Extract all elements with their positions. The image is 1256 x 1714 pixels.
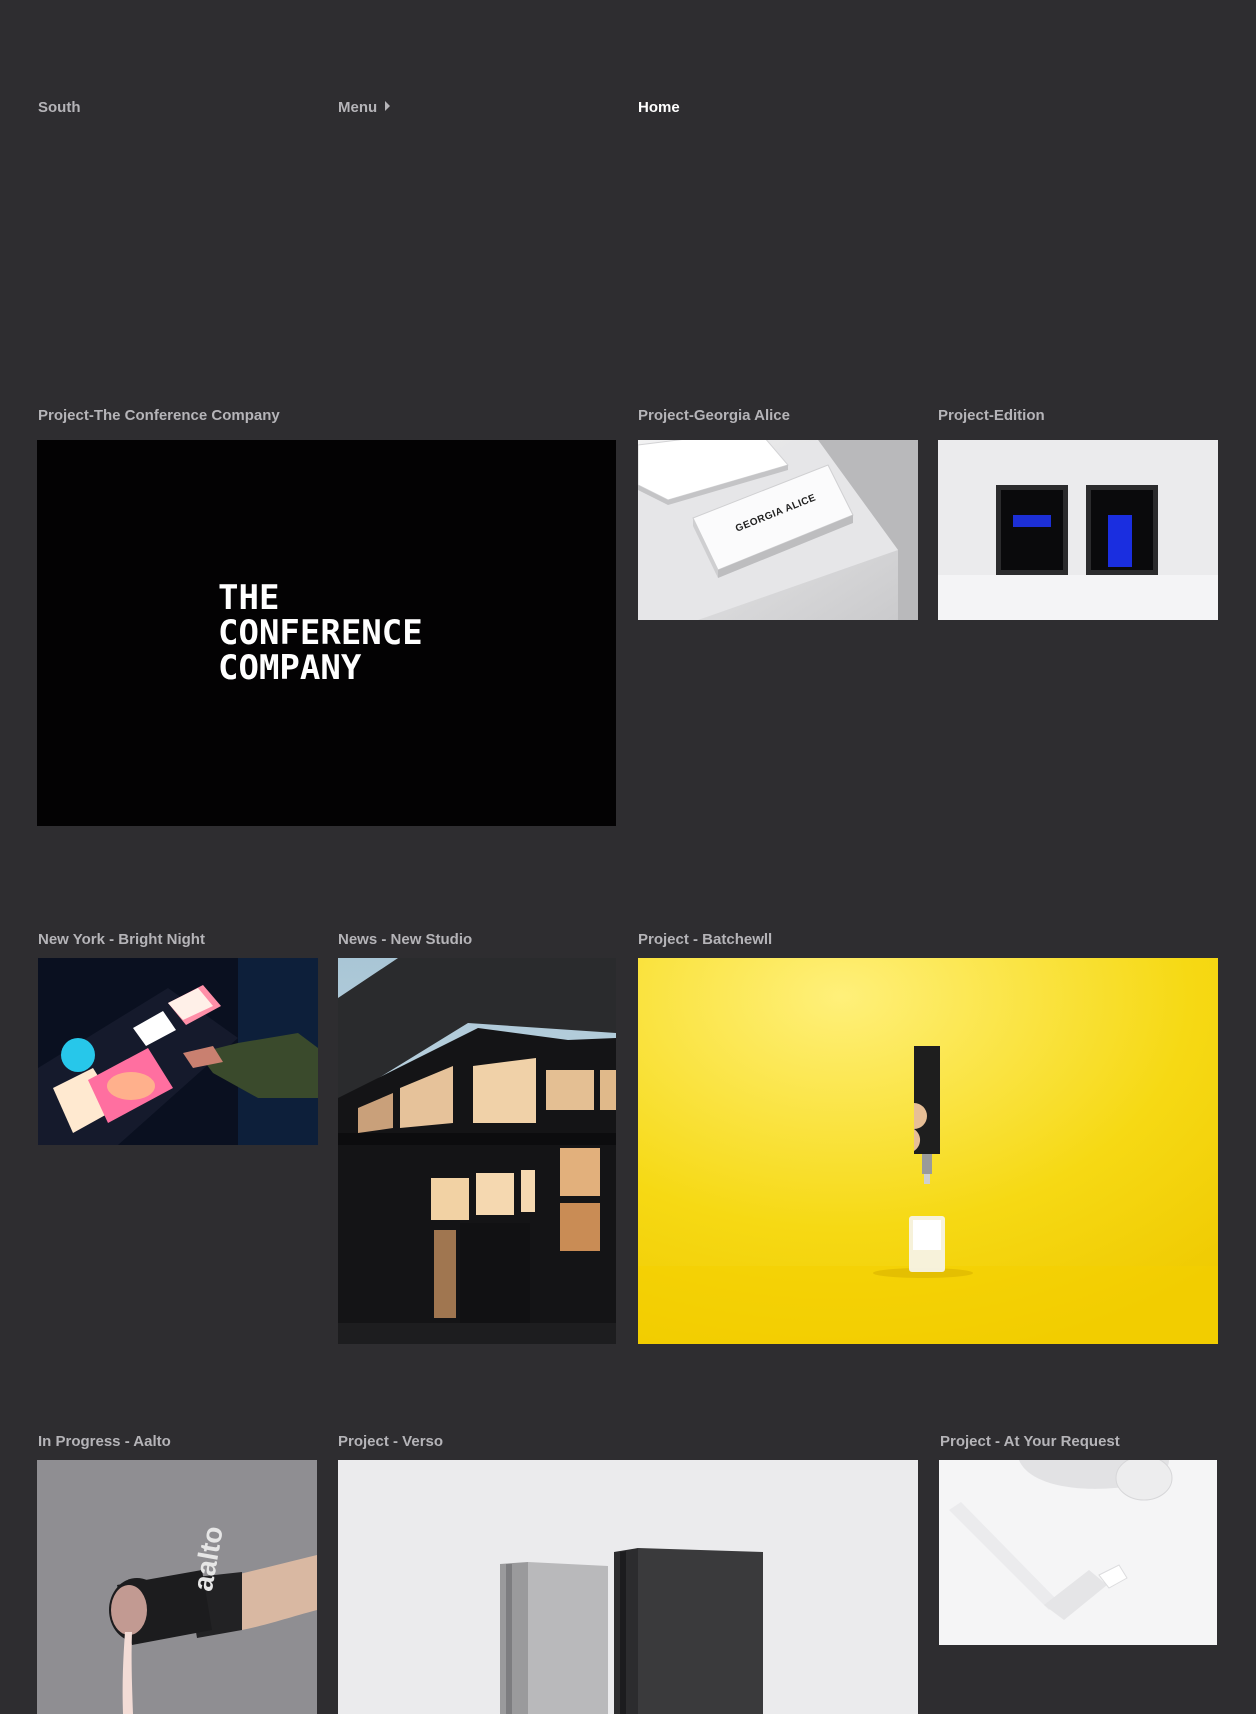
project-image-georgia[interactable]: GEORGIA ALICE	[638, 440, 918, 620]
project-image-studio[interactable]	[338, 958, 616, 1344]
project-label-aalto[interactable]: In Progress - Aalto	[38, 1433, 171, 1450]
logo-line-1: THE	[218, 578, 280, 618]
logo-line-2: CONFERENCE	[218, 613, 423, 653]
project-image-newyork[interactable]	[38, 958, 318, 1145]
project-image-verso[interactable]	[338, 1460, 918, 1714]
frames-image	[938, 440, 1218, 620]
project-image-batchewll[interactable]	[638, 958, 1218, 1344]
project-label-georgia[interactable]: Project-Georgia Alice	[638, 407, 790, 424]
menu-label: Menu	[338, 99, 378, 116]
project-label-verso[interactable]: Project - Verso	[338, 1433, 443, 1450]
project-label-conference[interactable]: Project-The Conference Company	[38, 407, 280, 424]
project-image-edition[interactable]	[938, 440, 1218, 620]
project-label-studio[interactable]: News - New Studio	[338, 931, 472, 948]
caret-right-icon	[385, 101, 391, 111]
books-image	[338, 1460, 918, 1714]
project-label-request[interactable]: Project - At Your Request	[940, 1433, 1120, 1450]
interactive-display-image	[38, 958, 318, 1145]
logo-line-3: COMPANY	[218, 648, 362, 688]
conference-logo: THE CONFERENCE COMPANY	[218, 581, 423, 686]
studio-building-image	[338, 958, 616, 1344]
project-image-request[interactable]	[939, 1460, 1217, 1645]
project-label-newyork[interactable]: New York - Bright Night	[38, 931, 205, 948]
paint-can-image	[37, 1460, 317, 1714]
white-object-image	[939, 1460, 1217, 1645]
project-label-edition[interactable]: Project-Edition	[938, 407, 1045, 424]
home-link[interactable]: Home	[638, 99, 680, 116]
project-label-batchewll[interactable]: Project - Batchewll	[638, 931, 772, 948]
project-image-conference[interactable]: THE CONFERENCE COMPANY	[37, 440, 616, 826]
tap-handle-image	[638, 958, 1218, 1344]
project-image-aalto[interactable]: aalto	[37, 1460, 317, 1714]
brand-link[interactable]: South	[38, 99, 81, 116]
menu-button[interactable]: Menu	[338, 99, 391, 116]
business-cards-image	[638, 440, 918, 620]
